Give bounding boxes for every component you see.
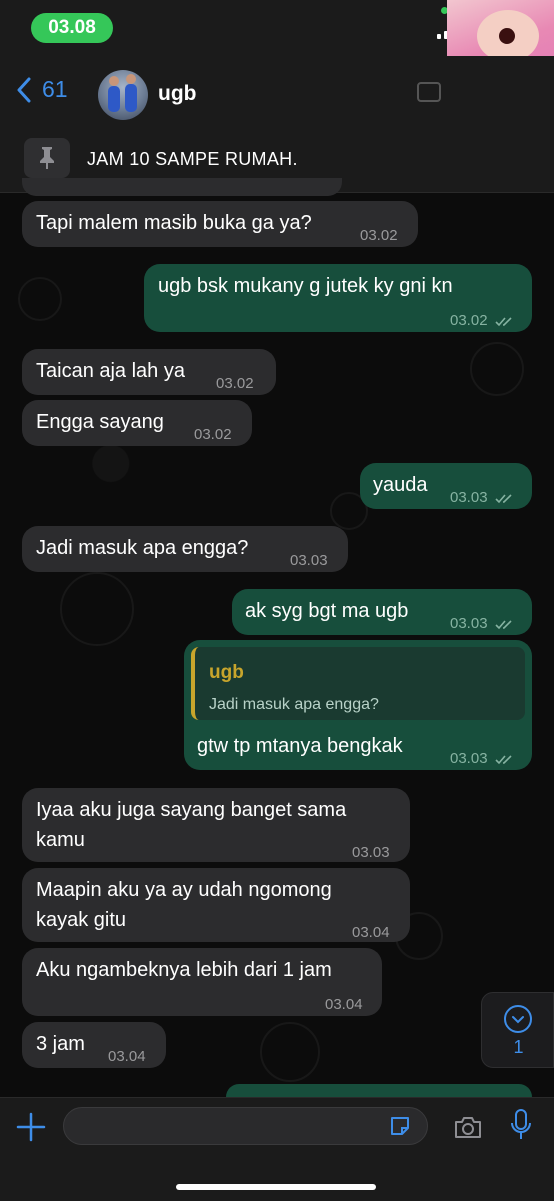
message-input[interactable] [63, 1107, 428, 1145]
home-indicator[interactable] [176, 1184, 376, 1190]
back-button[interactable]: 61 [16, 76, 68, 103]
read-receipt-icon [495, 619, 512, 629]
message-bubble-incoming[interactable]: Aku ngambeknya lebih dari 1 jam 03.04 [22, 948, 382, 1016]
message-time-text: 03.03 [450, 750, 488, 767]
message-text: yauda [373, 474, 428, 496]
message-time: 03.03 [450, 745, 514, 773]
message-bubble-incoming[interactable]: Engga sayang 03.02 [22, 400, 252, 446]
message-time-text: 03.02 [450, 312, 488, 329]
message-text-line2: kayak gitu [36, 909, 127, 931]
avatar[interactable] [98, 70, 148, 120]
chat-header: 61 ugb [0, 56, 554, 125]
message-bubble-outgoing[interactable]: ugb bsk mukany g jutek ky gni kn 03.02 [144, 264, 532, 332]
message-time: 03.02 [450, 307, 514, 335]
scroll-to-bottom-button[interactable]: 1 [481, 992, 554, 1068]
pin-icon [24, 138, 70, 178]
message-bubble-incoming[interactable]: 3 jam 03.04 [22, 1022, 166, 1068]
message-bubble-partial [22, 178, 342, 196]
read-receipt-icon [495, 754, 512, 764]
unread-count-badge: 1 [513, 1037, 524, 1057]
message-text: 3 jam [36, 1033, 85, 1055]
message-text: ak syg bgt ma ugb [245, 600, 409, 622]
contact-name[interactable]: ugb [158, 82, 196, 106]
message-bubble-incoming[interactable]: Iyaa aku juga sayang banget sama kamu 03… [22, 788, 410, 862]
message-time: 03.02 [216, 375, 254, 392]
message-time: 03.03 [352, 844, 390, 861]
preview-detail [499, 28, 515, 44]
quoted-text: Jadi masuk apa engga? [209, 696, 379, 713]
message-text: Jadi masuk apa engga? [36, 537, 249, 559]
chevron-left-icon [17, 77, 31, 102]
message-text-line1: Iyaa aku juga sayang banget sama [36, 799, 347, 821]
message-text: Aku ngambeknya lebih dari 1 jam [36, 959, 332, 981]
pinned-message-text: JAM 10 SAMPE RUMAH. [87, 149, 298, 169]
message-time: 03.04 [325, 996, 363, 1013]
read-receipt-icon [495, 316, 512, 326]
microphone-icon[interactable] [510, 1109, 532, 1141]
message-bubble-outgoing[interactable]: yauda 03.03 [360, 463, 532, 509]
message-bubble-incoming[interactable]: Maapin aku ya ay udah ngomong kayak gitu… [22, 868, 410, 942]
message-time: 03.02 [194, 426, 232, 443]
message-bubble-partial [226, 1084, 532, 1097]
chevron-down-icon [504, 1005, 532, 1033]
message-bubble-incoming[interactable]: Tapi malem masib buka ga ya? 03.02 [22, 201, 418, 247]
message-time: 03.03 [290, 552, 328, 569]
quoted-sender: ugb [209, 662, 244, 683]
video-call-icon[interactable] [417, 82, 441, 102]
message-bubble-incoming[interactable]: Taican aja lah ya 03.02 [22, 349, 276, 395]
plus-icon[interactable] [16, 1112, 46, 1142]
sticker-icon[interactable] [389, 1115, 411, 1137]
message-text-line2: kamu [36, 829, 85, 851]
status-time-pill[interactable]: 03.08 [31, 13, 113, 43]
message-time: 03.02 [360, 227, 398, 244]
back-unread-count: 61 [42, 76, 68, 102]
message-time: 03.03 [450, 610, 514, 638]
message-text: ugb bsk mukany g jutek ky gni kn [158, 275, 453, 297]
message-time-text: 03.03 [450, 489, 488, 506]
message-time: 03.03 [450, 484, 514, 512]
message-text: Taican aja lah ya [36, 360, 185, 382]
message-text: Engga sayang [36, 411, 164, 433]
message-bubble-incoming[interactable]: Jadi masuk apa engga? 03.03 [22, 526, 348, 572]
message-input-bar [0, 1097, 554, 1201]
message-time: 03.04 [352, 924, 390, 941]
message-bubble-outgoing-reply[interactable]: ugb Jadi masuk apa engga? gtw tp mtanya … [184, 640, 532, 770]
read-receipt-icon [495, 493, 512, 503]
message-time: 03.04 [108, 1048, 146, 1065]
message-time-text: 03.03 [450, 615, 488, 632]
quoted-message[interactable]: ugb Jadi masuk apa engga? [191, 647, 525, 720]
message-text: gtw tp mtanya bengkak [197, 735, 403, 757]
message-text: Tapi malem masib buka ga ya? [36, 212, 312, 234]
message-bubble-outgoing[interactable]: ak syg bgt ma ugb 03.03 [232, 589, 532, 635]
camera-icon[interactable] [454, 1115, 482, 1139]
message-text-line1: Maapin aku ya ay udah ngomong [36, 879, 332, 901]
